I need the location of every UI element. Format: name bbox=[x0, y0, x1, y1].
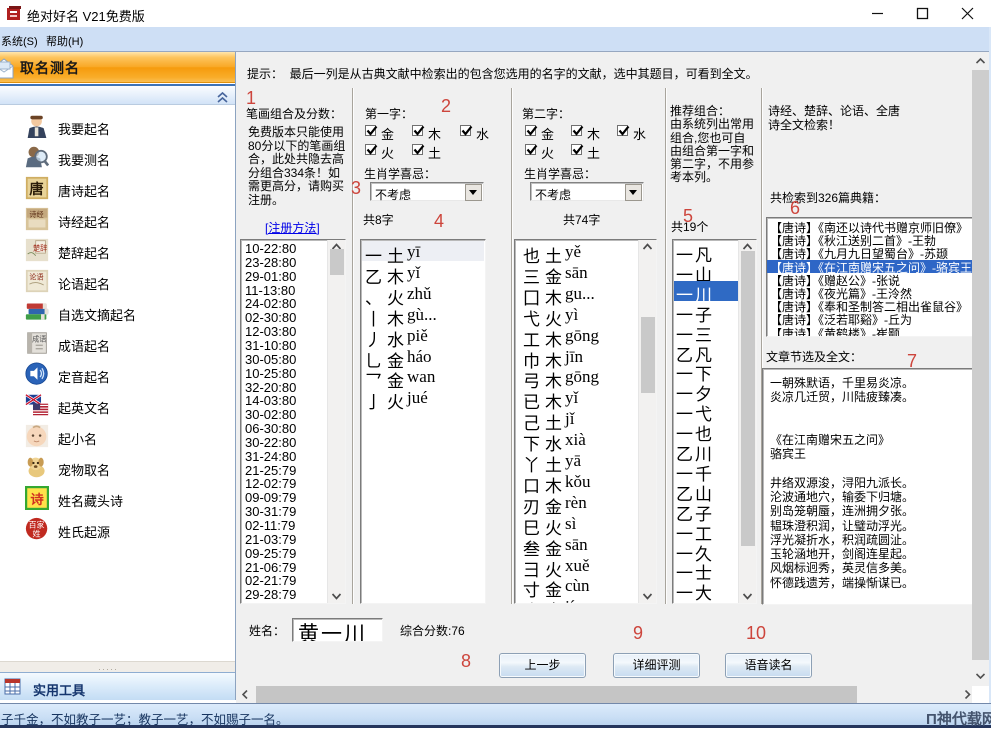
svg-text:唐: 唐 bbox=[29, 180, 43, 198]
svg-text:论语: 论语 bbox=[29, 273, 43, 282]
svg-text:诗经: 诗经 bbox=[29, 210, 43, 219]
svg-text:成语: 成语 bbox=[32, 335, 46, 344]
svg-text:诗: 诗 bbox=[30, 491, 44, 507]
svg-text:百家: 百家 bbox=[29, 520, 45, 530]
svg-text:楚辞: 楚辞 bbox=[33, 243, 47, 252]
svg-text:姓: 姓 bbox=[33, 529, 41, 539]
